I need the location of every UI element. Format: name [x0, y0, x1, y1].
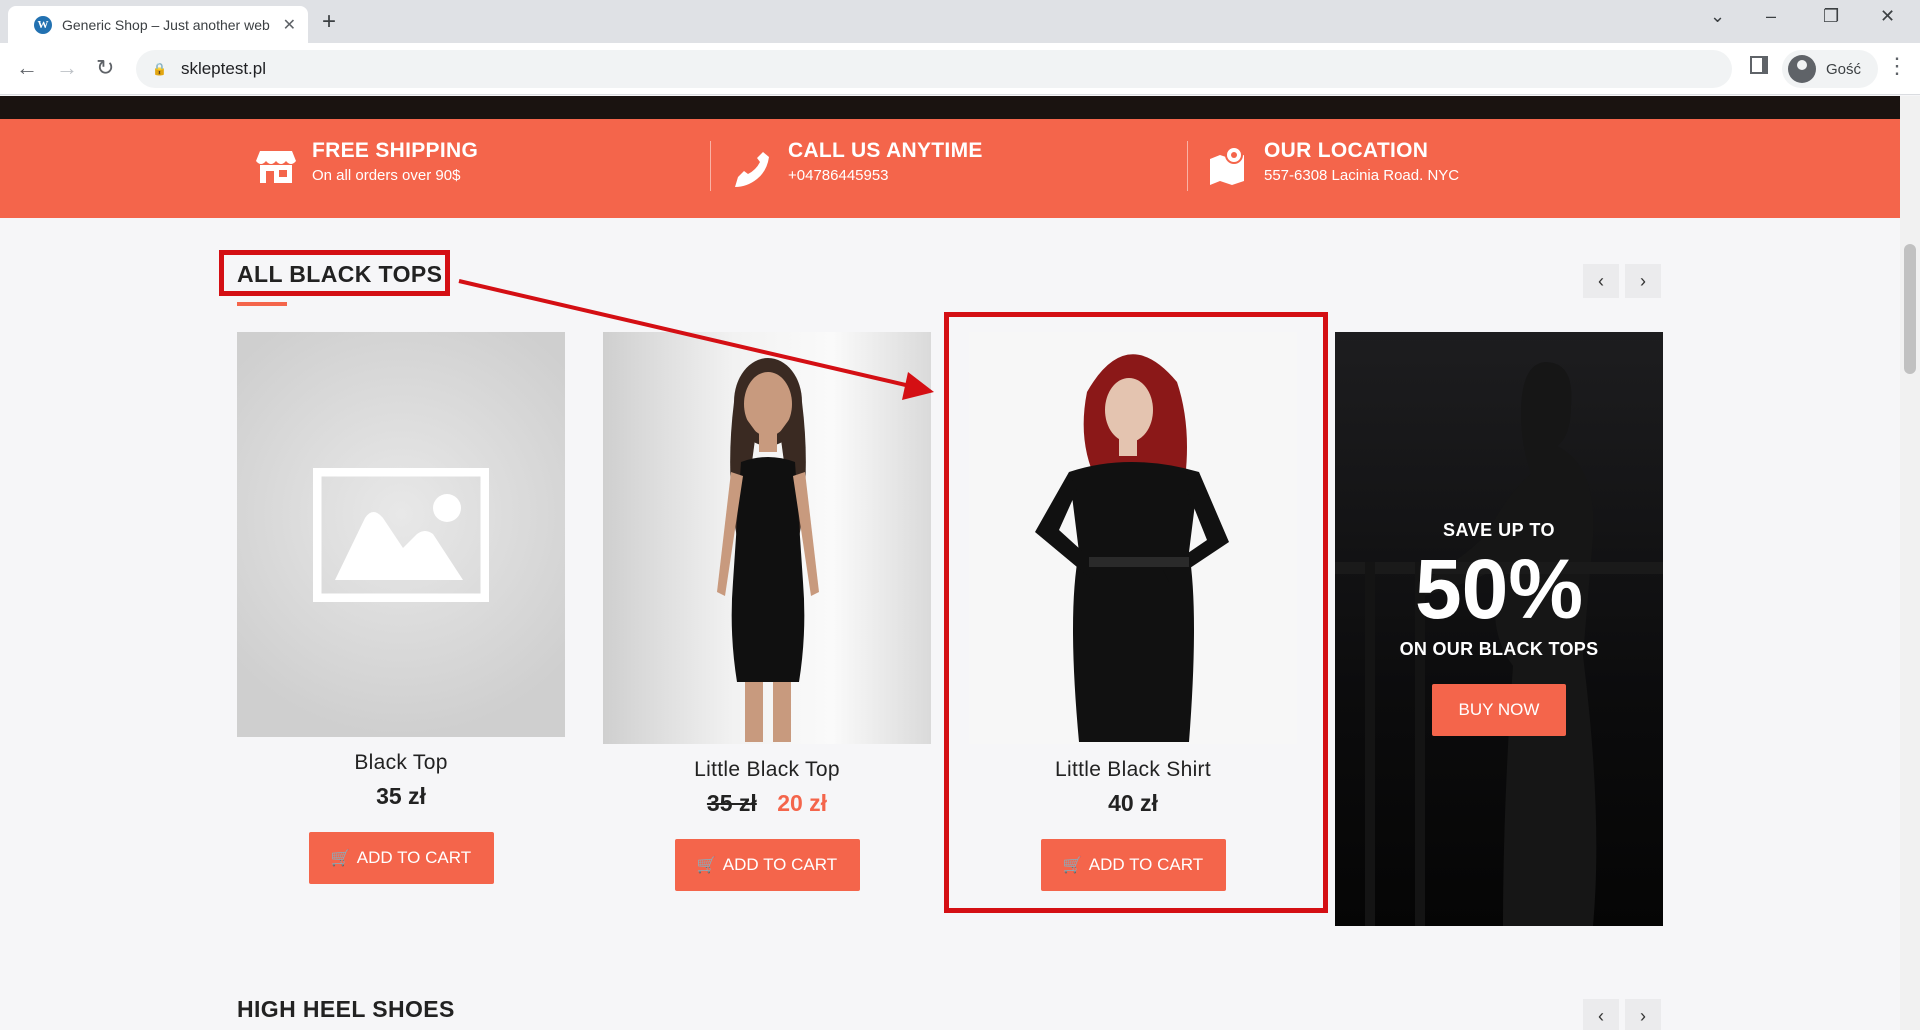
product-name[interactable]: Black Top	[237, 751, 565, 775]
product-card-little-black-top[interactable]: Little Black Top 35 zł 20 zł 🛒 ADD TO CA…	[603, 332, 931, 891]
title-underline	[237, 302, 287, 306]
wordpress-icon: W	[34, 15, 52, 34]
promo-discount: 50%	[1414, 542, 1584, 636]
feature-location: OUR LOCATION 557-6308 Lacinia Road. NYC	[1206, 139, 1459, 187]
annotation-box-product	[944, 312, 1328, 913]
lock-icon: 🔒	[152, 62, 167, 76]
url-field[interactable]: 🔒 skleptest.pl	[136, 50, 1732, 88]
close-tab-icon[interactable]: ✕	[283, 15, 296, 35]
avatar-icon	[1788, 55, 1816, 83]
image-placeholder-icon	[313, 468, 489, 602]
hero-banner-bottom	[0, 96, 1900, 119]
reload-icon[interactable]: ↻	[96, 55, 114, 81]
profile-button[interactable]: Gość	[1782, 50, 1878, 88]
annotation-box-title	[219, 250, 450, 296]
promo-line2: ON OUR BLACK TOPS	[1399, 639, 1599, 659]
sale-price: 20 zł	[777, 790, 828, 816]
forward-icon[interactable]: →	[56, 55, 78, 81]
scrollbar-thumb[interactable]	[1904, 244, 1916, 374]
divider	[710, 141, 711, 191]
add-to-cart-label: ADD TO CART	[356, 848, 472, 867]
divider	[1187, 141, 1188, 191]
side-panel-icon[interactable]	[1750, 56, 1768, 74]
product-card-black-top[interactable]: Black Top 35 zł 🛒 ADD TO CART	[237, 332, 565, 884]
profile-label: Gość	[1826, 60, 1862, 78]
feature-free-shipping: FREE SHIPPING On all orders over 90$	[254, 139, 478, 187]
phone-icon	[735, 152, 769, 187]
features-strip: FREE SHIPPING On all orders over 90$ CAL…	[0, 119, 1900, 218]
promo-banner[interactable]: SAVE UP TO 50% ON OUR BLACK TOPS BUY NOW	[1335, 332, 1663, 926]
back-icon[interactable]: ←	[16, 55, 38, 81]
map-icon	[1210, 146, 1244, 185]
next-arrow-icon[interactable]: ›	[1625, 999, 1661, 1030]
add-to-cart-button[interactable]: 🛒 ADD TO CART	[674, 839, 860, 891]
browser-tab[interactable]: W Generic Shop – Just another web ✕	[8, 6, 308, 43]
product-name[interactable]: Little Black Top	[603, 758, 931, 782]
placeholder-image[interactable]	[237, 332, 565, 737]
add-to-cart-button[interactable]: 🛒 ADD TO CART	[308, 832, 494, 884]
feature-call-us: CALL US ANYTIME +04786445953	[730, 139, 983, 187]
store-icon	[256, 151, 296, 183]
section-title-high-heel-shoes: HIGH HEEL SHOES	[237, 996, 455, 1022]
promo-line1: SAVE UP TO	[1442, 520, 1556, 540]
restore-button[interactable]: ❐	[1823, 6, 1839, 27]
old-price: 35 zł	[706, 790, 757, 816]
product-price: 35 zł 20 zł	[603, 790, 931, 817]
next-arrow-icon[interactable]: ›	[1625, 264, 1661, 298]
close-window-button[interactable]: ✕	[1880, 6, 1895, 27]
cart-icon: 🛒	[696, 857, 717, 874]
feature-subtitle: +04786445953	[788, 167, 889, 184]
page-viewport: FREE SHIPPING On all orders over 90$ CAL…	[0, 96, 1900, 1030]
feature-subtitle: On all orders over 90$	[312, 167, 461, 184]
address-bar-row: ← → ↻ 🔒 skleptest.pl Gość ⋮	[0, 43, 1920, 95]
product-price: 35 zł	[376, 783, 426, 809]
url-text: skleptest.pl	[180, 59, 266, 78]
page-scrollbar[interactable]	[1900, 96, 1920, 1030]
new-tab-button[interactable]: +	[322, 8, 336, 36]
prev-arrow-icon[interactable]: ‹	[1583, 999, 1619, 1030]
model-photo	[717, 358, 819, 742]
minimize-button[interactable]: –	[1766, 6, 1776, 27]
feature-title: OUR LOCATION	[1264, 139, 1429, 162]
carousel-arrows: ‹ ›	[1583, 264, 1661, 298]
feature-subtitle: 557-6308 Lacinia Road. NYC	[1264, 167, 1460, 184]
carousel-arrows: ‹ ›	[1583, 999, 1661, 1030]
buy-now-button[interactable]: BUY NOW	[1432, 684, 1566, 736]
menu-icon[interactable]: ⋮	[1886, 53, 1908, 79]
browser-tab-bar: W Generic Shop – Just another web ✕ + ⌄ …	[0, 0, 1920, 43]
feature-title: CALL US ANYTIME	[788, 139, 983, 162]
tab-title: Generic Shop – Just another web	[62, 16, 270, 33]
product-image[interactable]	[603, 332, 931, 744]
add-to-cart-label: ADD TO CART	[722, 855, 838, 874]
feature-title: FREE SHIPPING	[312, 139, 479, 162]
prev-arrow-icon[interactable]: ‹	[1583, 264, 1619, 298]
tab-search-icon[interactable]: ⌄	[1710, 6, 1725, 27]
cart-icon: 🛒	[330, 850, 351, 867]
